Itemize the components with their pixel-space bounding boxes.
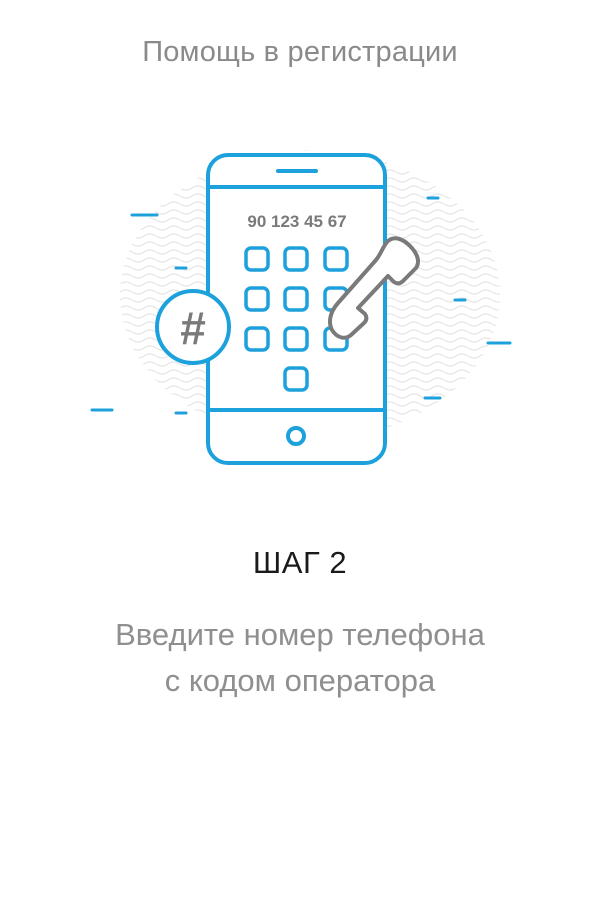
phone-dial-illustration: 90 123 45 67 # xyxy=(90,150,512,465)
hash-symbol: # xyxy=(180,302,206,354)
step-description-line-1: Введите номер телефона xyxy=(115,617,485,652)
page-title: Помощь в регистрации xyxy=(142,36,458,68)
step-title: ШАГ 2 xyxy=(252,545,348,580)
hash-icon: # xyxy=(155,289,231,365)
step-description-line-2: с кодом оператора xyxy=(164,663,436,698)
dialed-number: 90 123 45 67 xyxy=(247,212,346,231)
step-description: Введите номер телефона с кодом оператора xyxy=(0,612,600,704)
